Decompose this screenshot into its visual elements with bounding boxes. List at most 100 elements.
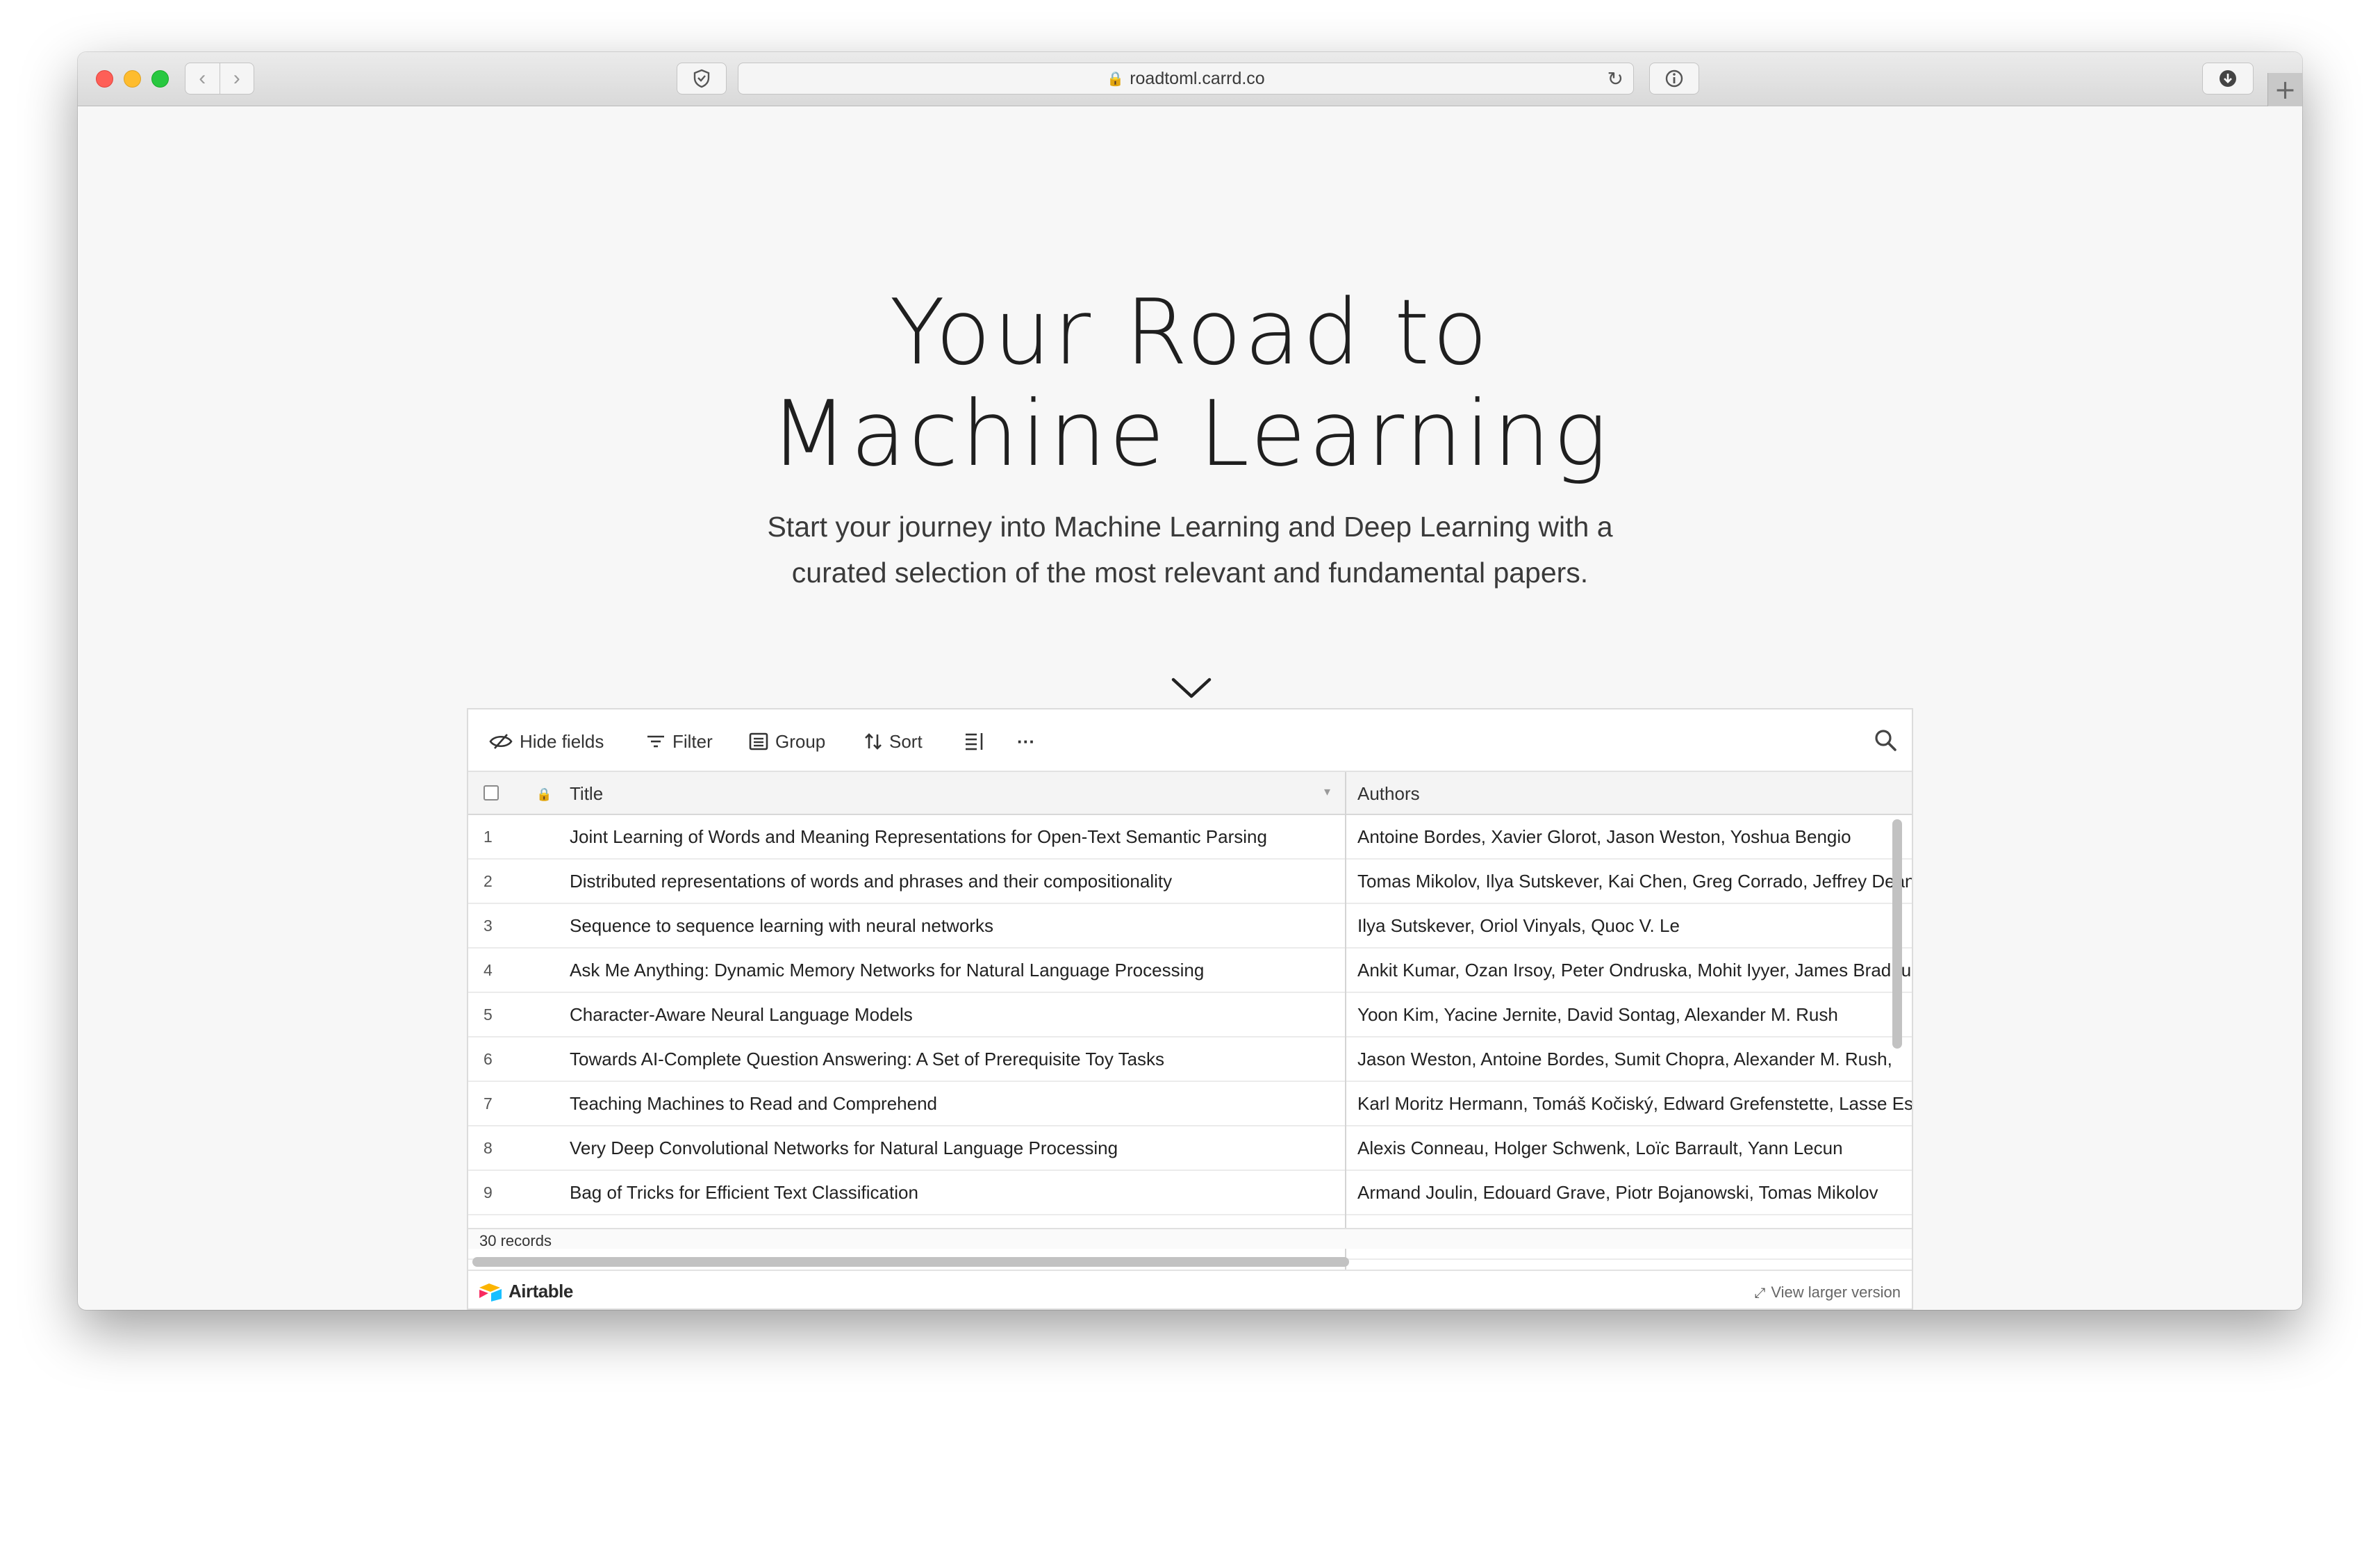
row-number: 2 <box>484 872 493 890</box>
cell-title[interactable]: Sequence to sequence learning with neura… <box>570 915 1334 937</box>
download-icon <box>2220 70 2236 87</box>
table-row[interactable]: 8 Very Deep Convolutional Networks for Na… <box>468 1126 1912 1171</box>
plus-icon: + <box>2274 74 2297 105</box>
hero-subtitle-line2: curated selection of the most relevant a… <box>791 557 1589 589</box>
hero-title-line1: Your Road to <box>889 279 1491 385</box>
cell-title[interactable]: Bag of Tricks for Efficient Text Classif… <box>570 1182 1334 1204</box>
vertical-scrollbar[interactable] <box>1892 819 1902 1049</box>
eye-slash-icon <box>489 734 513 749</box>
sort-label: Sort <box>889 730 923 752</box>
table-row[interactable]: 9 Bag of Tricks for Efficient Text Classi… <box>468 1171 1912 1215</box>
address-bar[interactable]: 🔒 roadtoml.carrd.co ↻ <box>738 63 1634 95</box>
select-all-checkbox[interactable] <box>484 785 499 801</box>
browser-titlebar: ‹ › 🔒 roadtoml.carrd.co ↻ + <box>78 52 2302 106</box>
more-options-button[interactable]: ··· <box>1017 729 1035 754</box>
back-button[interactable]: ‹ <box>185 63 220 94</box>
cell-title[interactable]: Towards AI-Complete Question Answering: … <box>570 1049 1334 1070</box>
row-number: 6 <box>484 1050 493 1068</box>
sort-icon <box>865 733 882 750</box>
filter-icon <box>647 735 664 748</box>
lock-icon: 🔒 <box>536 787 552 802</box>
row-number: 3 <box>484 917 493 935</box>
row-height-button[interactable] <box>964 729 985 754</box>
group-button[interactable]: Group <box>749 729 825 754</box>
reader-info-button[interactable] <box>1649 63 1699 95</box>
horizontal-scrollbar[interactable] <box>472 1257 1349 1267</box>
cell-title[interactable]: Teaching Machines to Read and Comprehend <box>570 1093 1334 1115</box>
group-icon <box>749 732 768 750</box>
table-row[interactable]: 4 Ask Me Anything: Dynamic Memory Network… <box>468 949 1912 993</box>
table-row[interactable]: 7 Teaching Machines to Read and Comprehen… <box>468 1082 1912 1126</box>
minimize-window-button[interactable] <box>124 70 141 88</box>
table-row[interactable]: 1 Joint Learning of Words and Meaning Rep… <box>468 815 1912 860</box>
airtable-logo-icon <box>479 1283 502 1302</box>
row-number: 1 <box>484 828 493 846</box>
privacy-report-button[interactable] <box>677 63 727 95</box>
table-row[interactable]: 2 Distributed representations of words an… <box>468 860 1912 904</box>
sort-button[interactable]: Sort <box>864 729 923 754</box>
cell-authors[interactable]: Tomas Mikolov, Ilya Sutskever, Kai Chen,… <box>1357 871 1912 892</box>
view-larger-link[interactable]: ⤢ View larger version <box>1754 1283 1901 1302</box>
airtable-embed: Hide fields Filter Group Sort ··· 🔒 Titl… <box>467 708 1913 1310</box>
cell-authors[interactable]: Karl Moritz Hermann, Tomáš Kočiský, Edwa… <box>1357 1093 1912 1115</box>
lock-icon: 🔒 <box>1107 71 1125 87</box>
view-larger-label: View larger version <box>1771 1283 1901 1301</box>
hero-subtitle-line1: Start your journey into Machine Learning… <box>767 511 1613 543</box>
chevron-left-icon: ‹ <box>199 67 206 90</box>
forward-button[interactable]: › <box>220 63 254 94</box>
new-tab-button[interactable]: + <box>2267 73 2302 106</box>
hero-title: Your Road to Machine Learning <box>78 281 2302 484</box>
cell-title[interactable]: Distributed representations of words and… <box>570 871 1334 892</box>
cell-title[interactable]: Very Deep Convolutional Networks for Nat… <box>570 1138 1334 1159</box>
row-number: 7 <box>484 1094 493 1113</box>
more-icon: ··· <box>1017 730 1035 752</box>
row-number: 4 <box>484 961 493 979</box>
hide-fields-label: Hide fields <box>520 730 604 752</box>
records-summary-bar: 30 records <box>468 1228 1912 1249</box>
cell-title[interactable]: Ask Me Anything: Dynamic Memory Networks… <box>570 960 1334 981</box>
table-row[interactable]: 5 Character-Aware Neural Language Models Y… <box>468 993 1912 1037</box>
cell-authors[interactable]: Ankit Kumar, Ozan Irsoy, Peter Ondruska,… <box>1357 960 1912 981</box>
row-number: 9 <box>484 1183 493 1201</box>
group-label: Group <box>775 730 826 752</box>
search-icon[interactable] <box>1873 728 1898 753</box>
history-nav: ‹ › <box>185 63 254 95</box>
table-row[interactable]: 6 Towards AI-Complete Question Answering:… <box>468 1037 1912 1082</box>
downloads-button[interactable] <box>2202 63 2254 95</box>
reload-icon[interactable]: ↻ <box>1608 67 1623 90</box>
cell-title[interactable]: Character-Aware Neural Language Models <box>570 1004 1334 1026</box>
cell-authors[interactable]: Alexis Conneau, Holger Schwenk, Loïc Bar… <box>1357 1138 1912 1159</box>
hide-fields-button[interactable]: Hide fields <box>489 729 604 754</box>
cell-authors[interactable]: Antoine Bordes, Xavier Glorot, Jason Wes… <box>1357 826 1912 848</box>
row-height-icon <box>966 733 983 750</box>
shield-icon <box>693 69 710 88</box>
cell-title[interactable]: Joint Learning of Words and Meaning Repr… <box>570 826 1334 848</box>
cell-authors[interactable]: Jason Weston, Antoine Bordes, Sumit Chop… <box>1357 1049 1912 1070</box>
filter-button[interactable]: Filter <box>646 729 713 754</box>
column-header-title[interactable]: Title <box>570 783 603 805</box>
filter-label: Filter <box>672 730 713 752</box>
close-window-button[interactable] <box>96 70 113 88</box>
hero-subtitle: Start your journey into Machine Learning… <box>78 504 2302 596</box>
zoom-window-button[interactable] <box>151 70 169 88</box>
hero-title-line2: Machine Learning <box>770 381 1610 486</box>
table-row[interactable]: 3 Sequence to sequence learning with neur… <box>468 904 1912 949</box>
airtable-footer: Airtable ⤢ View larger version <box>468 1270 1912 1308</box>
view-toolbar: Hide fields Filter Group Sort ··· <box>468 709 1912 772</box>
chevron-right-icon: › <box>233 67 240 90</box>
row-number: 8 <box>484 1139 493 1157</box>
cell-authors[interactable]: Armand Joulin, Edouard Grave, Piotr Boja… <box>1357 1182 1912 1204</box>
scroll-down-chevron-icon[interactable] <box>1164 674 1219 702</box>
browser-window: ‹ › 🔒 roadtoml.carrd.co ↻ + Your Road to… <box>78 52 2302 1310</box>
cell-authors[interactable]: Ilya Sutskever, Oriol Vinyals, Quoc V. L… <box>1357 915 1912 937</box>
airtable-brand[interactable]: Airtable <box>509 1281 573 1302</box>
cell-authors[interactable]: Yoon Kim, Yacine Jernite, David Sontag, … <box>1357 1004 1912 1026</box>
record-count: 30 records <box>479 1232 552 1249</box>
info-icon <box>1665 69 1683 88</box>
row-number: 5 <box>484 1006 493 1024</box>
table-header: 🔒 Title ▾ Authors <box>468 772 1912 815</box>
url-text: roadtoml.carrd.co <box>1130 68 1265 88</box>
expand-icon: ⤢ <box>1754 1284 1766 1301</box>
caret-down-icon[interactable]: ▾ <box>1324 785 1330 799</box>
column-header-authors[interactable]: Authors <box>1357 783 1420 805</box>
